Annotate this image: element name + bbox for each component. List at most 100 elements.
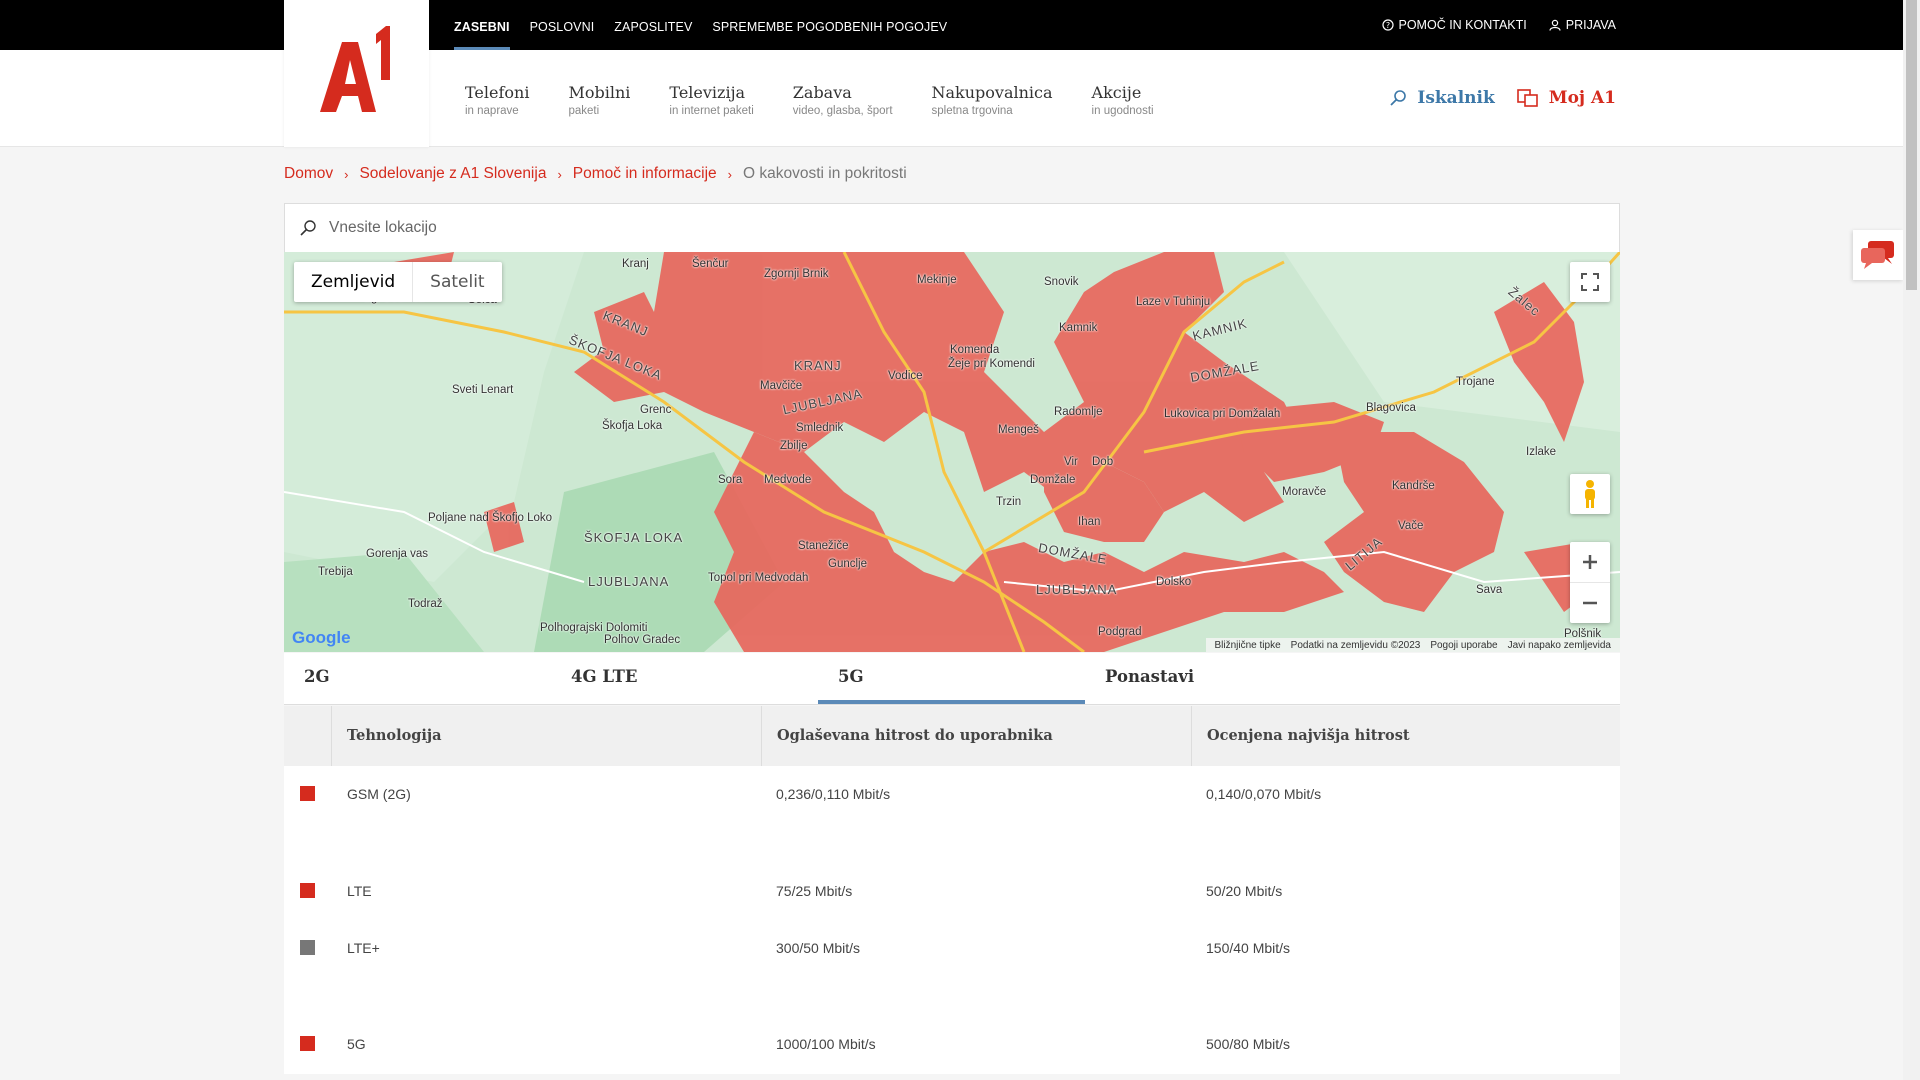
row-max: 500/80 Mbit/s (1206, 1036, 1291, 1052)
map-attribution: Bližnjične tipke Podatki na zemljevidu ©… (1205, 638, 1620, 652)
map-data-text: Podatki na zemljevidu ©2023 (1290, 639, 1421, 651)
nav-item-sub: in naprave (465, 105, 519, 117)
table-row: GSM (2G) 0,236/0,110 Mbit/s 0,140/0,070 … (284, 766, 1620, 856)
search-link[interactable]: Iskalnik (1389, 88, 1495, 108)
nav-item-sub: paketi (568, 105, 600, 117)
tab-5g[interactable]: 5G (818, 653, 1085, 704)
nav-item-sub: in ugodnosti (1091, 105, 1154, 117)
nav-item-akcije[interactable]: Akcije in ugodnosti (1092, 83, 1154, 117)
map-label: Zgornji Brnik (764, 268, 829, 280)
color-swatch (300, 940, 315, 955)
row-advertised: 1000/100 Mbit/s (776, 1036, 876, 1052)
map-label: Podgrad (1098, 626, 1142, 638)
top-nav-spremembe[interactable]: SPREMEMBE POGODBENIH POGOJEV (712, 0, 947, 50)
pegman-icon (1585, 480, 1595, 508)
nav-item-nakupovalnica[interactable]: Nakupovalnica spletna trgovina (932, 83, 1053, 117)
map-label: LJUBLJANA (588, 574, 670, 589)
account-link[interactable]: Moj A1 (1516, 88, 1616, 108)
map-type-zemljevid[interactable]: Zemljevid (294, 262, 414, 302)
map-label: Kamnik (1059, 322, 1098, 334)
nav-item-mobilni[interactable]: Mobilni paketi (568, 83, 630, 117)
nav-item-sub: in internet paketi (669, 105, 754, 117)
map-label: Poljane nad Škofjo Loko (428, 512, 553, 524)
breadcrumb: Domov › Sodelovanje z A1 Slovenija › Pom… (284, 165, 907, 185)
tab-2g[interactable]: 2G (284, 653, 551, 704)
map-label: Dolsko (1156, 576, 1192, 588)
color-swatch (300, 786, 315, 801)
map-label: Topol pri Medvodah (708, 572, 809, 584)
tab-ponastavi[interactable]: Ponastavi (1085, 653, 1352, 704)
search-icon (1390, 90, 1407, 106)
location-search (284, 203, 1620, 253)
nav-item-title: Nakupovalnica (931, 83, 1053, 102)
pegman-button[interactable] (1570, 474, 1610, 514)
map-label: Gorenja vas (366, 548, 429, 560)
nav-item-televizija[interactable]: Televizija in internet paketi (669, 83, 753, 117)
zoom-out-button[interactable] (1570, 583, 1610, 623)
breadcrumb-sodelovanje[interactable]: Sodelovanje z A1 Slovenija (359, 165, 546, 185)
breadcrumb-pomoc[interactable]: Pomoč in informacije (573, 165, 717, 185)
map-label: Dob (1092, 456, 1114, 468)
svg-text:?: ? (1385, 21, 1389, 30)
nav-item-zabava[interactable]: Zabava video, glasba, šport (793, 83, 893, 117)
tab-4g-lte[interactable]: 4G LTE (551, 653, 818, 704)
map-label: Trebija (318, 566, 353, 578)
nav-item-title: Mobilni (568, 83, 631, 102)
page-scrollbar-thumb[interactable] (1906, 0, 1917, 290)
map-label: ŠKOFJA LOKA (584, 530, 684, 545)
map-label: Škofja Loka (602, 420, 663, 432)
top-nav-zasebni[interactable]: ZASEBNI (454, 0, 510, 50)
account-link-label: Moj A1 (1548, 88, 1616, 108)
a1-logo[interactable]: A1 (284, 0, 429, 147)
map-label: Mavčiče (760, 380, 803, 392)
map-label: Mengeš (998, 424, 1039, 436)
top-nav-zaposlitev[interactable]: ZAPOSLITEV (614, 0, 692, 50)
map-label: Vače (1398, 520, 1424, 532)
row-advertised: 75/25 Mbit/s (776, 883, 853, 899)
top-right-links: ? POMOČ IN KONTAKTI PRIJAVA (1360, 0, 1616, 50)
header-right: Iskalnik Moj A1 (1389, 88, 1616, 108)
map-label: Lukovica pri Domžalah (1164, 408, 1281, 420)
header-technology: Tehnologija (331, 706, 761, 766)
zoom-in-button[interactable] (1570, 543, 1610, 583)
location-search-input[interactable] (329, 219, 1529, 237)
chat-button[interactable] (1853, 230, 1903, 280)
header-max: Ocenjena najvišja hitrost (1191, 706, 1620, 766)
nav-item-telefoni[interactable]: Telefoni in naprave (465, 83, 529, 117)
row-max: 50/20 Mbit/s (1206, 883, 1283, 899)
map-label: Sava (1476, 584, 1503, 596)
help-link-label: POMOČ IN KONTAKTI (1398, 18, 1527, 32)
top-nav-poslovni[interactable]: POSLOVNI (530, 0, 595, 50)
nav-item-sub: video, glasba, šport (792, 105, 893, 117)
nav-item-title: Akcije (1091, 83, 1142, 102)
map-canvas (284, 252, 1620, 652)
map-type-satelit[interactable]: Satelit (413, 262, 501, 302)
breadcrumb-domov[interactable]: Domov (284, 165, 333, 185)
fullscreen-button[interactable] (1570, 262, 1610, 302)
coverage-map[interactable]: Kranj Šenčur Zgornji Brnik Mekinje Snovi… (284, 252, 1620, 652)
help-link[interactable]: ? POMOČ IN KONTAKTI (1381, 18, 1527, 32)
main-nav: Telefoni in naprave Mobilni paketi Televiz… (465, 83, 1193, 117)
breadcrumb-separator: › (727, 167, 732, 182)
search-link-label: Iskalnik (1417, 88, 1495, 108)
speed-table: Tehnologija Oglaševana hitrost do uporab… (284, 706, 1620, 766)
a1-logo-mark: A1 (320, 26, 390, 112)
google-logo[interactable]: Google (292, 628, 351, 648)
account-icon (1516, 89, 1538, 107)
user-icon (1549, 19, 1561, 31)
map-terms-link[interactable]: Pogoji uporabe (1430, 640, 1497, 651)
nav-item-title: Televizija (669, 83, 746, 102)
map-shortcuts-link[interactable]: Bližnjične tipke (1215, 640, 1281, 651)
login-link[interactable]: PRIJAVA (1549, 18, 1616, 32)
map-report-link[interactable]: Javi napako zemljevida (1508, 640, 1611, 651)
color-swatch (300, 1036, 315, 1051)
breadcrumb-separator: › (344, 167, 349, 182)
map-label: Ihan (1078, 516, 1101, 528)
map-label: Žeje pri Komendi (948, 358, 1035, 370)
map-label: Sora (718, 474, 743, 486)
zoom-controls (1570, 542, 1610, 623)
map-label: LJUBLJANA (1036, 582, 1118, 597)
color-swatch (300, 883, 315, 898)
map-label: Blagovica (1366, 402, 1416, 414)
search-icon (300, 220, 316, 236)
